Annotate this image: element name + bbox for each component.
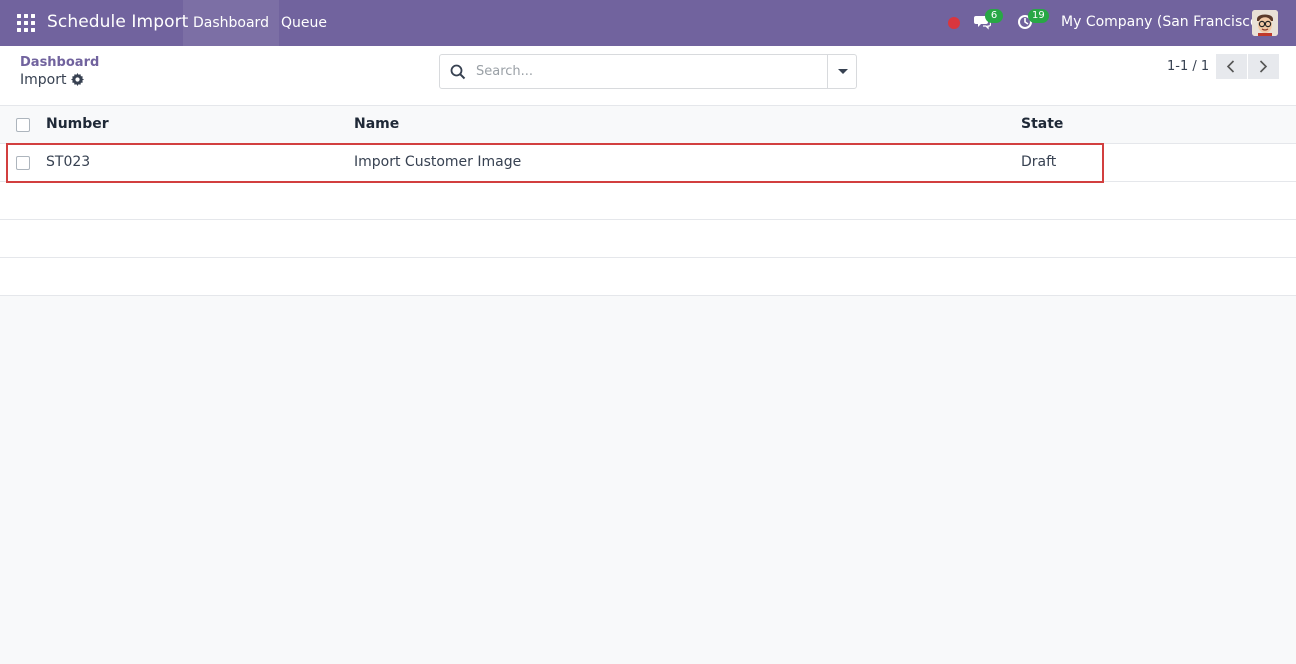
activity-badge: 19 (1028, 9, 1049, 23)
row-name[interactable]: Import Customer Image (354, 154, 521, 170)
select-all-checkbox[interactable] (16, 118, 30, 132)
row-checkbox[interactable] (16, 156, 30, 170)
search-input[interactable] (476, 56, 826, 87)
chevron-right-icon (1259, 60, 1268, 73)
control-panel: Dashboard Import 1-1 / 1 (0, 46, 1296, 106)
table-row[interactable]: ST023 Import Customer Image Draft (0, 144, 1296, 182)
empty-row (0, 220, 1296, 258)
messages-badge: 6 (985, 9, 1003, 23)
top-navbar: Schedule Import Dashboard Queue 6 19 My … (0, 0, 1296, 46)
app-menu-icon[interactable] (17, 14, 35, 32)
breadcrumb-dashboard[interactable]: Dashboard (20, 55, 99, 70)
pager-next-button[interactable] (1248, 54, 1279, 79)
column-header-name[interactable]: Name (354, 116, 399, 132)
search-icon (450, 64, 466, 80)
breadcrumb-current: Import (20, 72, 67, 88)
empty-row (0, 182, 1296, 220)
gear-icon[interactable] (71, 73, 84, 86)
app-name[interactable]: Schedule Import (47, 12, 188, 32)
pager-value[interactable]: 1-1 / 1 (1167, 59, 1209, 74)
chevron-down-icon (838, 69, 848, 74)
recording-status-icon[interactable] (948, 17, 960, 29)
nav-dashboard[interactable]: Dashboard (183, 0, 279, 46)
user-avatar[interactable] (1252, 10, 1278, 36)
empty-row (0, 258, 1296, 296)
list-view: Number Name State ST023 Import Customer … (0, 106, 1296, 296)
nav-queue[interactable]: Queue (271, 0, 337, 46)
row-number[interactable]: ST023 (46, 154, 90, 170)
table-header: Number Name State (0, 106, 1296, 144)
search-options-toggle[interactable] (827, 55, 856, 88)
pager-previous-button[interactable] (1216, 54, 1247, 79)
company-switcher[interactable]: My Company (San Francisco) (1061, 14, 1264, 30)
search-box (439, 54, 857, 89)
chevron-left-icon (1226, 60, 1235, 73)
column-header-state[interactable]: State (1021, 116, 1063, 132)
column-header-number[interactable]: Number (46, 116, 109, 132)
row-state[interactable]: Draft (1021, 154, 1056, 170)
